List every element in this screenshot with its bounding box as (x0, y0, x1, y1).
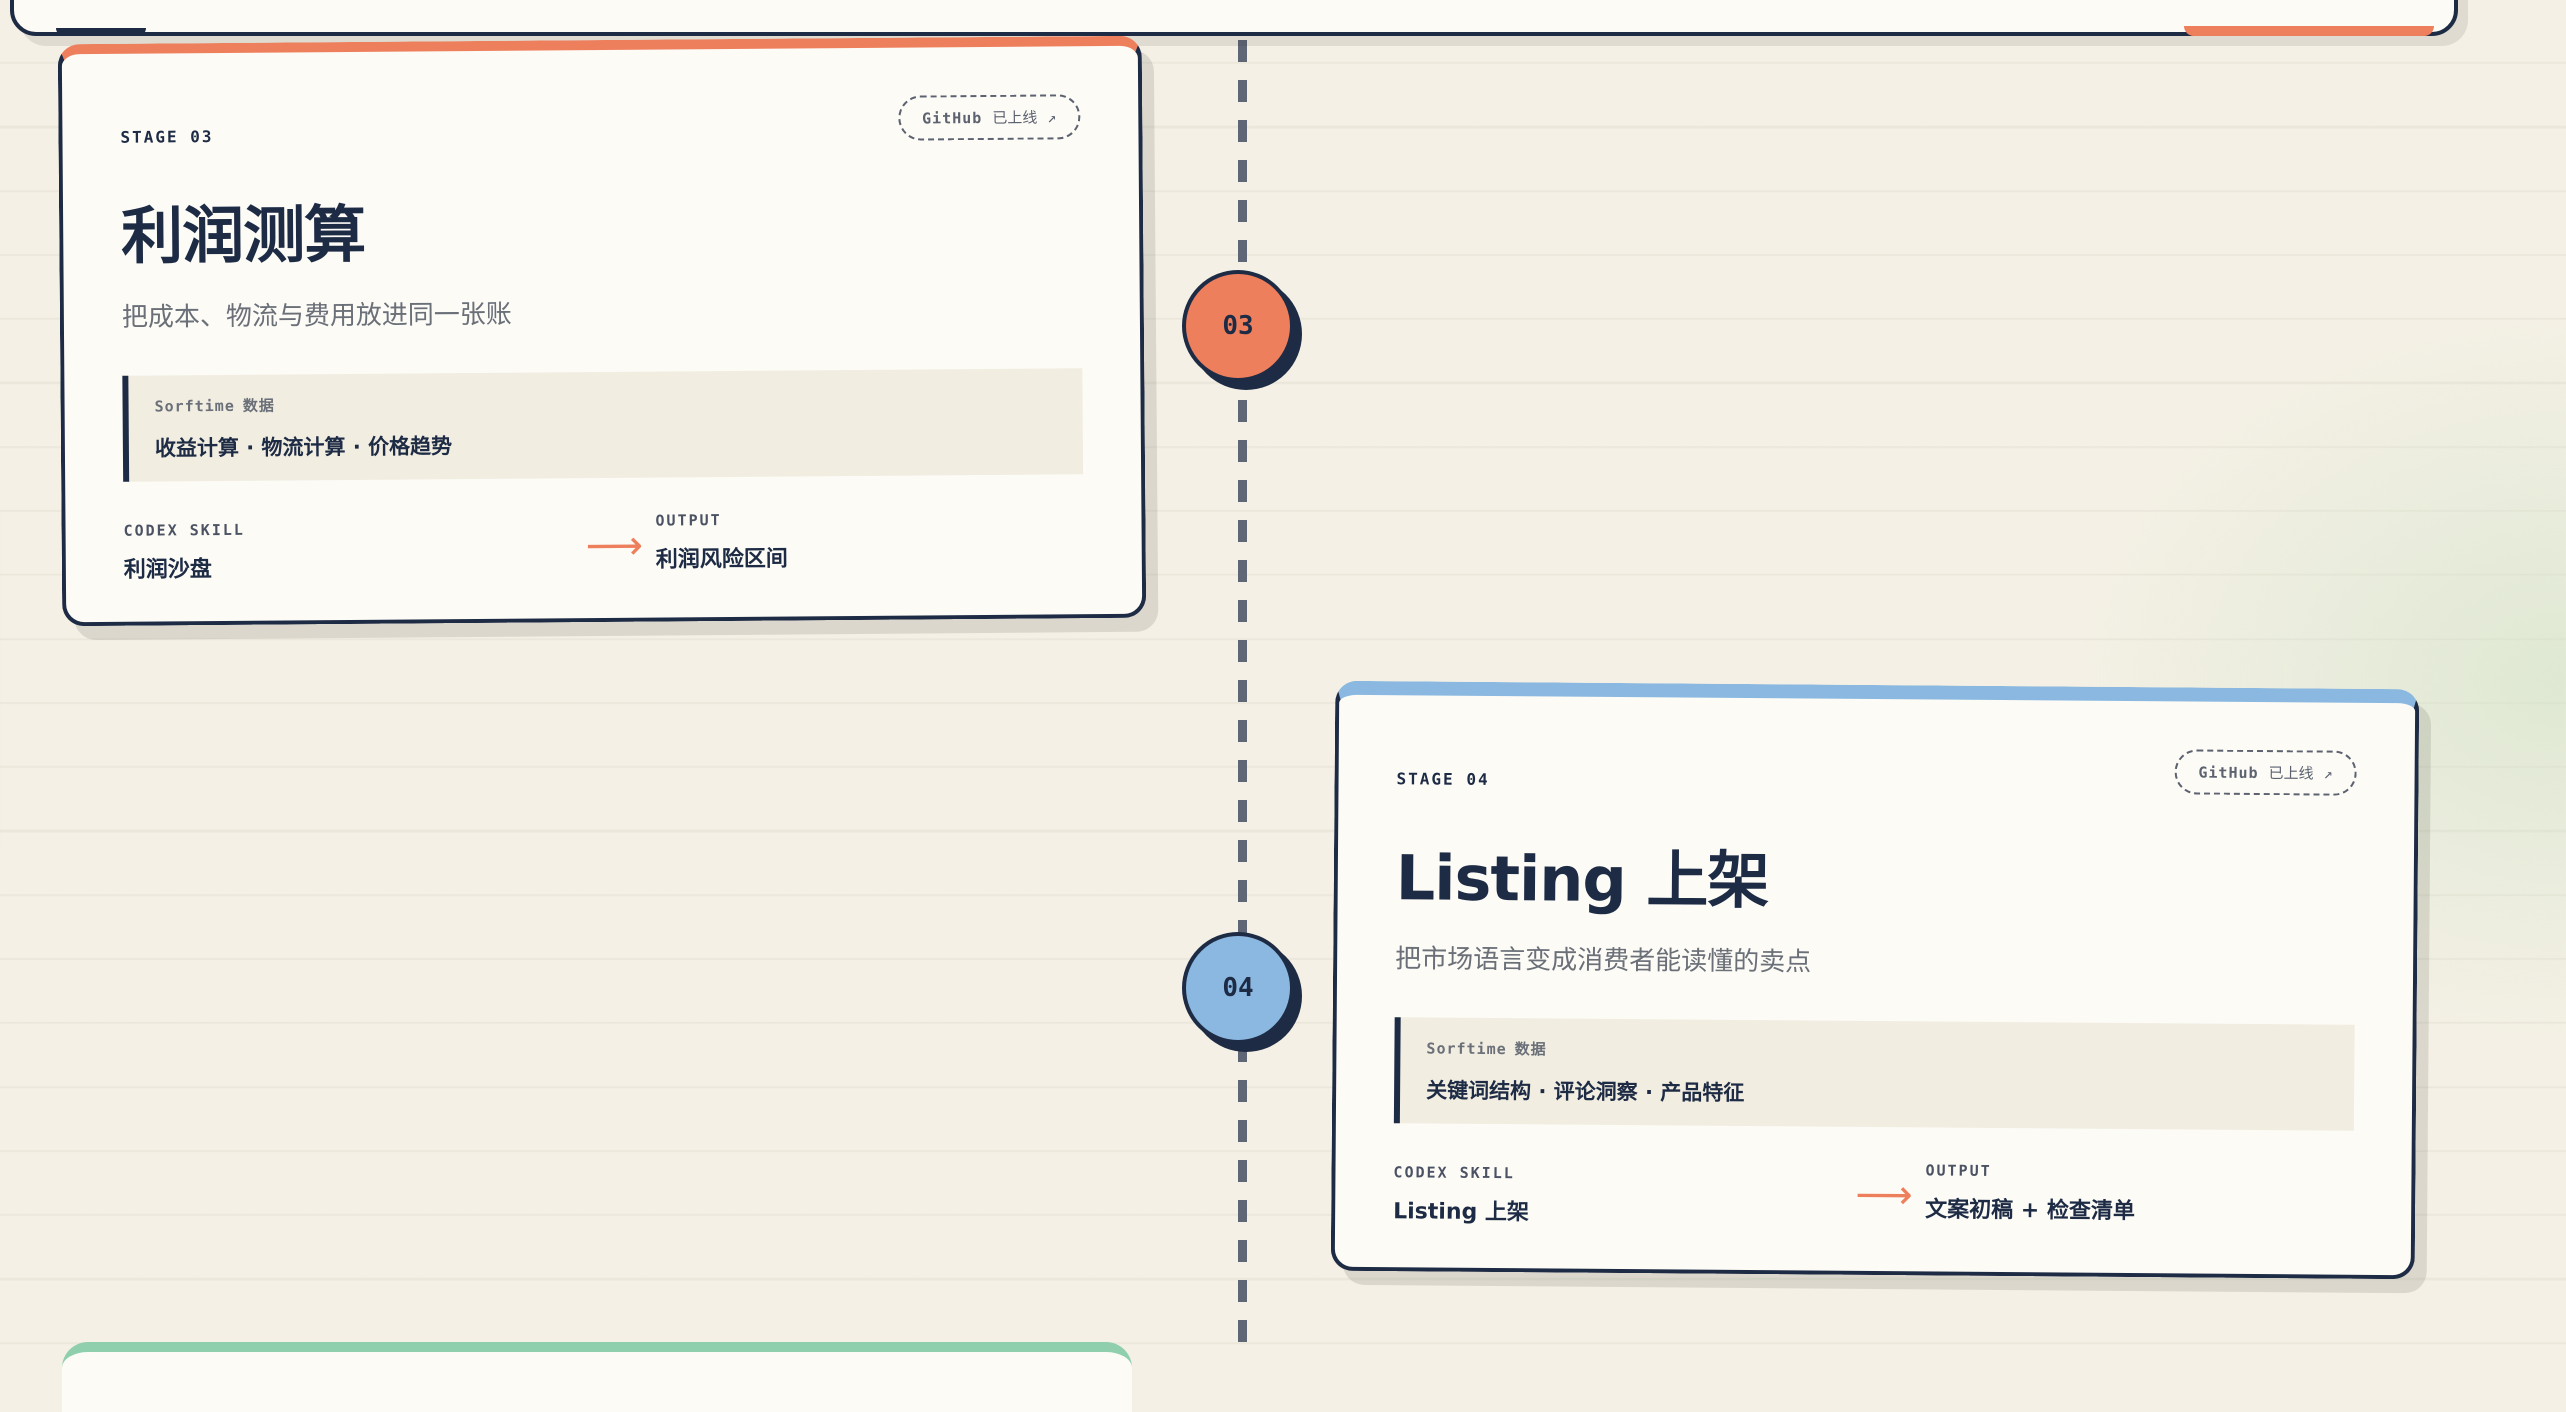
output-label: OUTPUT (1925, 1161, 1992, 1181)
card-title: 利润测算 (120, 197, 366, 273)
data-items: 收益计算 · 物流计算 · 价格趋势 (154, 434, 453, 461)
data-source-name: Sorftime (154, 397, 235, 416)
output: OUTPUT 文案初稿 + 检查清单 (1925, 1162, 2135, 1226)
stage-card-04: STAGE 04 GitHub 已上线 ↗ Listing 上架 把市场语言变成消费… (1330, 680, 2420, 1280)
output-label: OUTPUT (655, 511, 722, 530)
codex-skill-value: Listing 上架 (1393, 1199, 1530, 1226)
github-status: 已上线 (992, 108, 1038, 127)
external-link-icon: ↗ (2323, 764, 2333, 783)
github-label: GitHub (922, 109, 983, 128)
arrow-right-icon: ⟶ (585, 522, 644, 570)
previous-card-dark-tab (56, 28, 146, 36)
timeline-dashed-line (1238, 0, 1247, 1356)
output-value: 利润风险区间 (655, 546, 788, 573)
data-source-suffix: 数据 (1514, 1040, 1547, 1059)
skill-output-row: CODEX SKILL 利润沙盘 ⟶ OUTPUT 利润风险区间 (123, 511, 1084, 592)
github-label: GitHub (2198, 763, 2259, 783)
github-badge[interactable]: GitHub 已上线 ↗ (2174, 749, 2357, 796)
timeline-node-04: 04 (1182, 932, 1294, 1044)
codex-skill-value: 利润沙盘 (123, 557, 212, 583)
previous-stage-card-partial (10, 0, 2458, 36)
codex-skill: CODEX SKILL Listing 上架 (1393, 1163, 1529, 1226)
data-source-box: Sorftime 数据 关键词结构 · 评论洞察 · 产品特征 (1393, 1017, 2355, 1131)
card-subtitle: 把市场语言变成消费者能读懂的卖点 (1395, 944, 1812, 978)
codex-skill-label: CODEX SKILL (1393, 1163, 1515, 1183)
data-source-suffix: 数据 (242, 396, 275, 416)
codex-skill-label: CODEX SKILL (123, 520, 245, 540)
stage-card-03: STAGE 03 GitHub 已上线 ↗ 利润测算 把成本、物流与费用放进同一张账… (57, 35, 1147, 627)
data-source-label: Sorftime 数据 (1426, 1038, 2326, 1066)
card-subtitle: 把成本、物流与费用放进同一张账 (121, 299, 513, 333)
external-link-icon: ↗ (1047, 108, 1057, 127)
data-source-name: Sorftime (1426, 1039, 1507, 1059)
codex-skill: CODEX SKILL 利润沙盘 (123, 521, 245, 584)
data-source-label: Sorftime 数据 (154, 389, 1054, 417)
output: OUTPUT 利润风险区间 (655, 511, 787, 574)
skill-output-row: CODEX SKILL Listing 上架 ⟶ OUTPUT 文案初稿 + 检… (1393, 1162, 2354, 1241)
github-status: 已上线 (2268, 764, 2314, 783)
timeline-node-03: 03 (1182, 270, 1294, 382)
github-badge[interactable]: GitHub 已上线 ↗ (897, 94, 1081, 141)
output-value: 文案初稿 + 检查清单 (1925, 1197, 2136, 1225)
data-source-box: Sorftime 数据 收益计算 · 物流计算 · 价格趋势 (122, 368, 1084, 482)
next-stage-card-partial (62, 1342, 1132, 1412)
data-items: 关键词结构 · 评论洞察 · 产品特征 (1426, 1078, 1745, 1106)
card-title: Listing 上架 (1395, 841, 1769, 918)
previous-card-accent-tab (2184, 26, 2434, 36)
arrow-right-icon: ⟶ (1855, 1172, 1913, 1219)
